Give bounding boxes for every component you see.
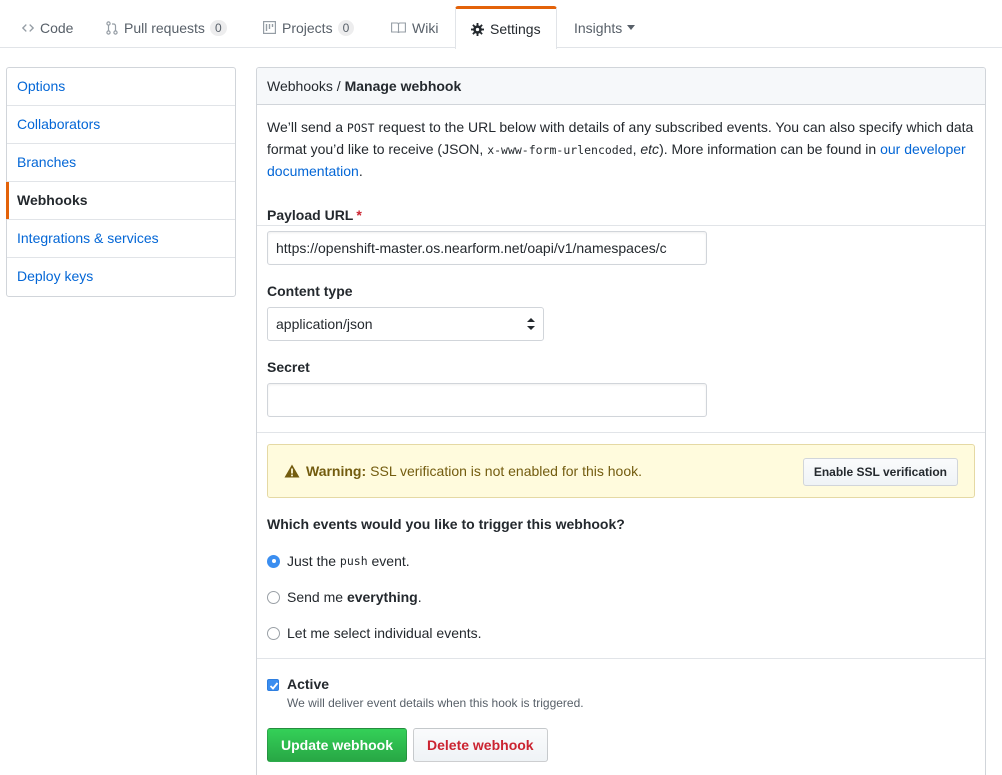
active-checkbox[interactable] [267, 679, 279, 691]
active-label[interactable]: Active [287, 676, 329, 692]
tab-insights[interactable]: Insights [574, 7, 636, 48]
sidebar-item-collaborators[interactable]: Collaborators [7, 106, 235, 144]
breadcrumb-separator: / [336, 78, 341, 94]
event-option-push-post: event. [371, 553, 410, 569]
book-icon [391, 21, 406, 34]
tab-code[interactable]: Code [22, 7, 73, 48]
events-question: Which events would you like to trigger t… [267, 516, 625, 532]
ssl-warning-message: Warning: SSL verification is not enabled… [284, 463, 642, 479]
tab-insights-label: Insights [574, 19, 623, 36]
tab-settings[interactable]: Settings [455, 6, 557, 49]
tab-pull-requests-label: Pull requests [124, 19, 205, 36]
intro-post-code: POST [346, 121, 375, 135]
event-option-everything-strong: everything [346, 589, 418, 605]
content-type-value: application/json [276, 316, 373, 332]
project-icon [263, 21, 276, 34]
caret-down-icon [627, 25, 636, 30]
intro-period: . [358, 163, 363, 179]
event-option-everything-post: . [417, 589, 422, 605]
radio-individual[interactable] [267, 626, 280, 640]
panel-header: Webhooks / Manage webhook [257, 68, 985, 105]
event-option-everything[interactable]: Send me everything. [267, 589, 422, 605]
check-icon [269, 682, 279, 690]
payload-url-input[interactable]: https://openshift-master.os.nearform.net… [267, 231, 707, 265]
manage-webhook-panel: Webhooks / Manage webhook We’ll send a P… [256, 67, 986, 775]
sidebar-item-branches[interactable]: Branches [7, 144, 235, 182]
divider [257, 658, 985, 659]
tab-wiki-label: Wiki [412, 19, 439, 36]
event-option-push[interactable]: Just the push event. [267, 553, 410, 569]
tab-settings-label: Settings [490, 21, 541, 37]
event-option-push-pre: Just the [287, 553, 337, 569]
event-option-individual[interactable]: Let me select individual events. [267, 625, 482, 641]
content-type-select[interactable]: application/json [267, 307, 544, 341]
tab-code-label: Code [40, 19, 74, 36]
gear-icon [471, 22, 484, 36]
settings-sidebar-menu: Options Collaborators Branches Webhooks … [6, 67, 236, 297]
delete-webhook-button[interactable]: Delete webhook [413, 728, 548, 762]
intro-urlencoded-code: x-www-form-urlencoded [487, 143, 633, 157]
enable-ssl-verification-button[interactable]: Enable SSL verification [802, 458, 958, 486]
secret-label: Secret [267, 359, 310, 375]
repo-nav-tabs: Code Pull requests 0 Projects 0 Wiki Set… [0, 0, 1002, 49]
intro-etc: etc [640, 141, 660, 157]
tab-wiki[interactable]: Wiki [391, 7, 438, 48]
sidebar-item-integrations[interactable]: Integrations & services [7, 220, 235, 258]
ssl-warning-flash: Warning: SSL verification is not enabled… [267, 444, 975, 498]
pull-request-icon [106, 20, 118, 35]
payload-url-label: Payload URL * [267, 207, 362, 223]
tab-projects-label: Projects [282, 19, 333, 36]
warning-strong: Warning: [306, 463, 367, 479]
active-note: We will deliver event details when this … [287, 696, 584, 710]
event-option-push-code: push [339, 554, 368, 568]
content-type-label: Content type [267, 283, 353, 299]
secret-input[interactable] [267, 383, 707, 417]
required-mark: * [356, 207, 362, 223]
sidebar-item-deploy-keys[interactable]: Deploy keys [7, 258, 235, 296]
radio-everything[interactable] [267, 590, 280, 604]
tab-projects[interactable]: Projects 0 [263, 7, 355, 48]
intro-text: We’ll send a POST request to the URL bel… [257, 105, 985, 226]
payload-url-label-text: Payload URL [267, 207, 354, 223]
alert-icon [284, 464, 300, 478]
breadcrumb-webhooks[interactable]: Webhooks [267, 78, 333, 94]
sidebar-item-webhooks[interactable]: Webhooks [6, 182, 235, 220]
projects-counter: 0 [337, 19, 355, 36]
event-option-individual-label: Let me select individual events. [287, 625, 482, 641]
warning-text: SSL verification is not enabled for this… [370, 463, 642, 479]
event-option-everything-pre: Send me [287, 589, 344, 605]
divider [257, 432, 985, 433]
pull-requests-counter: 0 [209, 19, 227, 36]
select-arrows-icon [527, 318, 535, 330]
intro-part3: ). More information can be found in [659, 141, 877, 157]
tab-pull-requests[interactable]: Pull requests 0 [106, 7, 227, 48]
intro-part1: We’ll send a [267, 119, 344, 135]
intro-comma: , [632, 141, 637, 157]
sidebar-item-options[interactable]: Options [7, 68, 235, 106]
page-title: Manage webhook [344, 78, 462, 94]
update-webhook-button[interactable]: Update webhook [267, 728, 408, 762]
radio-push[interactable] [267, 554, 280, 568]
code-icon [22, 22, 34, 34]
